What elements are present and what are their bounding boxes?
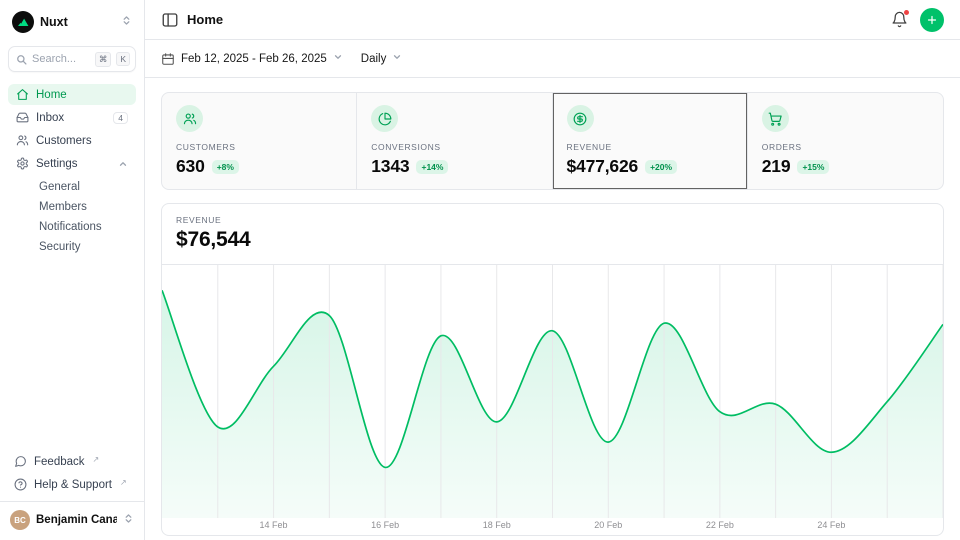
- sidebar-item-label: Customers: [36, 135, 92, 147]
- chevron-down-icon: [333, 52, 343, 65]
- stat-value: 1343: [371, 156, 409, 177]
- stat-card-customers[interactable]: CUSTOMERS 630 +8%: [162, 93, 357, 189]
- add-button[interactable]: [920, 8, 944, 32]
- stat-value: 630: [176, 156, 205, 177]
- notifications-button[interactable]: [891, 11, 908, 28]
- sidebar-item-customers[interactable]: Customers: [8, 130, 136, 151]
- sidebar-subitem-members[interactable]: Members: [8, 198, 136, 216]
- top-header: Home: [145, 0, 960, 40]
- x-axis-label: 24 Feb: [817, 520, 845, 530]
- x-axis-label: 18 Feb: [483, 520, 511, 530]
- chevron-up-down-icon: [123, 511, 134, 529]
- stat-label: CONVERSIONS: [371, 142, 537, 152]
- stat-card-orders[interactable]: ORDERS 219 +15%: [748, 93, 943, 189]
- sidebar-item-home[interactable]: Home: [8, 84, 136, 105]
- feedback-link[interactable]: Feedback ↗: [8, 451, 136, 472]
- home-icon: [16, 88, 29, 101]
- sidebar-subitem-notifications[interactable]: Notifications: [8, 218, 136, 236]
- users-icon: [16, 134, 29, 147]
- main-area: Home Feb 12, 2025 - Feb 26, 2025: [145, 0, 960, 540]
- stat-label: CUSTOMERS: [176, 142, 342, 152]
- team-name: Nuxt: [40, 15, 115, 29]
- chart-header: REVENUE $76,544: [162, 204, 943, 265]
- gear-icon: [16, 157, 29, 170]
- sidebar-item-label: Settings: [36, 158, 78, 170]
- filter-bar: Feb 12, 2025 - Feb 26, 2025 Daily: [145, 40, 960, 78]
- inbox-count-badge: 4: [113, 112, 128, 124]
- x-axis-labels: 14 Feb 16 Feb 18 Feb 20 Feb 22 Feb 24 Feb: [162, 520, 943, 532]
- date-range-value: Feb 12, 2025 - Feb 26, 2025: [181, 53, 327, 65]
- chart-total-value: $76,544: [176, 228, 929, 252]
- stat-card-conversions[interactable]: CONVERSIONS 1343 +14%: [357, 93, 552, 189]
- sidebar-item-label: Home: [36, 89, 67, 101]
- stat-value: $477,626: [567, 156, 639, 177]
- stat-delta-badge: +20%: [645, 160, 677, 174]
- chart-title: REVENUE: [176, 215, 929, 225]
- sidebar-item-settings[interactable]: Settings: [8, 153, 136, 174]
- nuxt-logo-icon: [12, 11, 34, 33]
- x-axis-label: 22 Feb: [706, 520, 734, 530]
- calendar-icon: [161, 52, 175, 66]
- external-link-icon: ↗: [120, 478, 127, 487]
- help-circle-icon: [14, 478, 27, 491]
- x-axis-label: 14 Feb: [260, 520, 288, 530]
- sidebar-item-inbox[interactable]: Inbox 4: [8, 107, 136, 128]
- date-range-picker[interactable]: Feb 12, 2025 - Feb 26, 2025: [161, 52, 343, 66]
- user-menu[interactable]: BC Benjamin Canac: [0, 501, 144, 532]
- search-input[interactable]: Search... ⌘ K: [8, 46, 136, 72]
- stat-delta-badge: +8%: [212, 160, 239, 174]
- users-icon: [176, 105, 203, 132]
- x-axis-label: 20 Feb: [594, 520, 622, 530]
- shopping-cart-icon: [762, 105, 789, 132]
- app-root: Nuxt Search... ⌘ K Home: [0, 0, 960, 540]
- stat-delta-badge: +15%: [797, 160, 829, 174]
- dollar-circle-icon: [567, 105, 594, 132]
- stat-label: REVENUE: [567, 142, 733, 152]
- kbd-key: K: [116, 52, 130, 66]
- user-name: Benjamin Canac: [36, 514, 117, 526]
- team-switcher[interactable]: Nuxt: [8, 8, 136, 36]
- sidebar-footer: Feedback ↗ Help & Support ↗: [8, 451, 136, 495]
- search-icon: [16, 54, 27, 65]
- granularity-value: Daily: [361, 53, 387, 65]
- notification-dot: [904, 10, 909, 15]
- kbd-meta: ⌘: [95, 52, 112, 67]
- sidebar-toggle-icon[interactable]: [161, 11, 179, 29]
- chart-pie-icon: [371, 105, 398, 132]
- stat-value: 219: [762, 156, 791, 177]
- granularity-select[interactable]: Daily: [361, 52, 403, 65]
- chevron-up-down-icon: [121, 13, 132, 31]
- chevron-down-icon: [392, 52, 402, 65]
- revenue-chart-card: REVENUE $76,544: [161, 203, 944, 536]
- feedback-label: Feedback: [34, 456, 85, 468]
- settings-subnav: General Members Notifications Security: [8, 178, 136, 256]
- page-title: Home: [187, 12, 223, 27]
- x-axis-label: 16 Feb: [371, 520, 399, 530]
- plus-icon: [926, 14, 938, 26]
- speech-bubble-icon: [14, 455, 27, 468]
- content: CUSTOMERS 630 +8% CONVERSIONS 1343 +14%: [145, 78, 960, 540]
- help-support-label: Help & Support: [34, 479, 112, 491]
- sidebar-subitem-general[interactable]: General: [8, 178, 136, 196]
- stat-delta-badge: +14%: [416, 160, 448, 174]
- plot-area: [162, 265, 943, 518]
- sidebar-nav: Home Inbox 4 Customers Settings: [8, 84, 136, 256]
- external-link-icon: ↗: [93, 455, 100, 464]
- sidebar: Nuxt Search... ⌘ K Home: [0, 0, 145, 540]
- avatar: BC: [10, 510, 30, 530]
- revenue-chart: 14 Feb 16 Feb 18 Feb 20 Feb 22 Feb 24 Feb: [162, 265, 943, 535]
- help-support-link[interactable]: Help & Support ↗: [8, 474, 136, 495]
- search-placeholder: Search...: [32, 53, 90, 65]
- chevron-up-icon: [118, 159, 128, 169]
- inbox-icon: [16, 111, 29, 124]
- sidebar-subitem-security[interactable]: Security: [8, 238, 136, 256]
- stats-row: CUSTOMERS 630 +8% CONVERSIONS 1343 +14%: [161, 92, 944, 190]
- stat-label: ORDERS: [762, 142, 929, 152]
- sidebar-item-label: Inbox: [36, 112, 64, 124]
- stat-card-revenue[interactable]: REVENUE $477,626 +20%: [553, 93, 748, 189]
- revenue-area-chart-svg: [162, 265, 943, 518]
